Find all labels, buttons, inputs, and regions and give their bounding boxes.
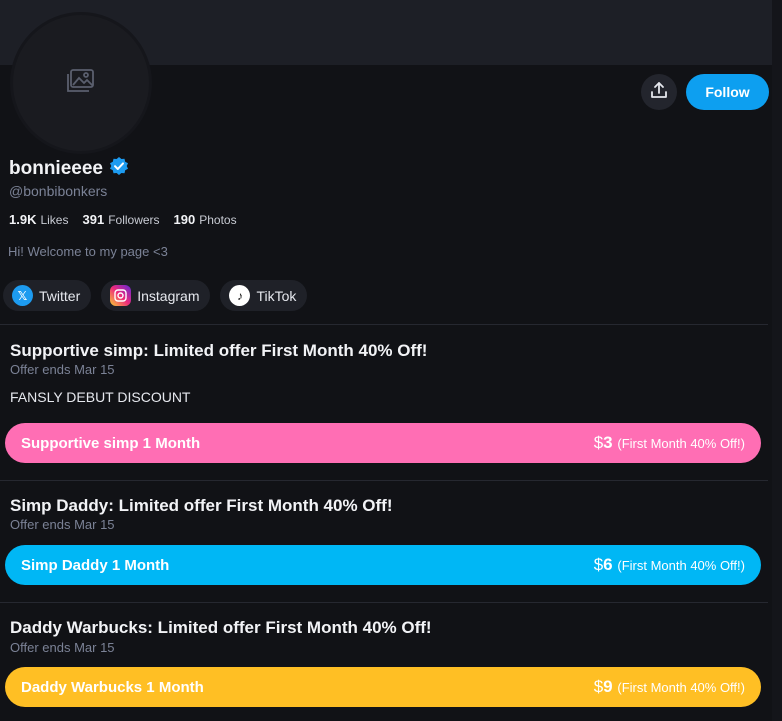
subscribe-button-label: Daddy Warbucks 1 Month: [21, 678, 204, 696]
social-link-label: Twitter: [39, 287, 81, 304]
divider: [0, 480, 768, 481]
share-button[interactable]: [641, 74, 677, 110]
tier-title: Daddy Warbucks: Limited offer First Mont…: [10, 618, 432, 637]
stat-likes: 1.9K Likes: [9, 212, 69, 227]
social-link-tiktok[interactable]: ♪ TikTok: [220, 280, 308, 311]
social-links: 𝕏 Twitter Instagram ♪ TikTok: [3, 280, 308, 311]
stat-photos[interactable]: 190 Photos: [174, 212, 237, 227]
social-link-label: TikTok: [256, 287, 297, 304]
image-placeholder-icon: [66, 68, 96, 99]
divider: [0, 602, 768, 603]
tier-offer-ends: Offer ends Mar 15: [10, 517, 115, 532]
display-name-text: bonnieeee: [9, 158, 103, 179]
verified-badge-icon: [109, 156, 129, 182]
subscribe-price: $3 (First Month 40% Off!): [593, 433, 745, 452]
profile-handle: @bonbibonkers: [9, 183, 108, 199]
upload-icon: [650, 81, 668, 104]
social-link-label: Instagram: [137, 287, 200, 304]
scrollbar-track[interactable]: [772, 0, 782, 721]
subscribe-button-tier-2[interactable]: Simp Daddy 1 Month $6 (First Month 40% O…: [5, 545, 761, 585]
tier-offer-ends: Offer ends Mar 15: [10, 640, 115, 655]
follow-button[interactable]: Follow: [686, 74, 769, 110]
social-link-twitter[interactable]: 𝕏 Twitter: [3, 280, 92, 311]
avatar[interactable]: [10, 12, 152, 154]
divider: [0, 324, 768, 325]
tier-title: Simp Daddy: Limited offer First Month 40…: [10, 496, 393, 515]
stat-followers[interactable]: 391 Followers: [82, 212, 159, 227]
subscribe-button-tier-1[interactable]: Supportive simp 1 Month $3 (First Month …: [5, 423, 761, 463]
twitter-icon: 𝕏: [12, 285, 33, 306]
subscribe-price: $9 (First Month 40% Off!): [593, 677, 745, 696]
tier-offer-ends: Offer ends Mar 15: [10, 362, 115, 377]
tier-title: Supportive simp: Limited offer First Mon…: [10, 341, 428, 360]
tier-description: FANSLY DEBUT DISCOUNT: [10, 389, 191, 405]
instagram-icon: [110, 285, 132, 306]
subscribe-button-label: Supportive simp 1 Month: [21, 434, 201, 452]
social-link-instagram[interactable]: Instagram: [101, 280, 211, 311]
subscribe-button-label: Simp Daddy 1 Month: [21, 556, 170, 574]
profile-bio: Hi! Welcome to my page <3: [8, 244, 168, 259]
display-name: bonnieeee: [9, 156, 129, 182]
subscribe-price: $6 (First Month 40% Off!): [593, 555, 745, 574]
subscribe-button-tier-3[interactable]: Daddy Warbucks 1 Month $9 (First Month 4…: [5, 667, 761, 707]
profile-stats: 1.9K Likes 391 Followers 190 Photos: [9, 212, 237, 227]
tiktok-icon: ♪: [229, 285, 251, 306]
